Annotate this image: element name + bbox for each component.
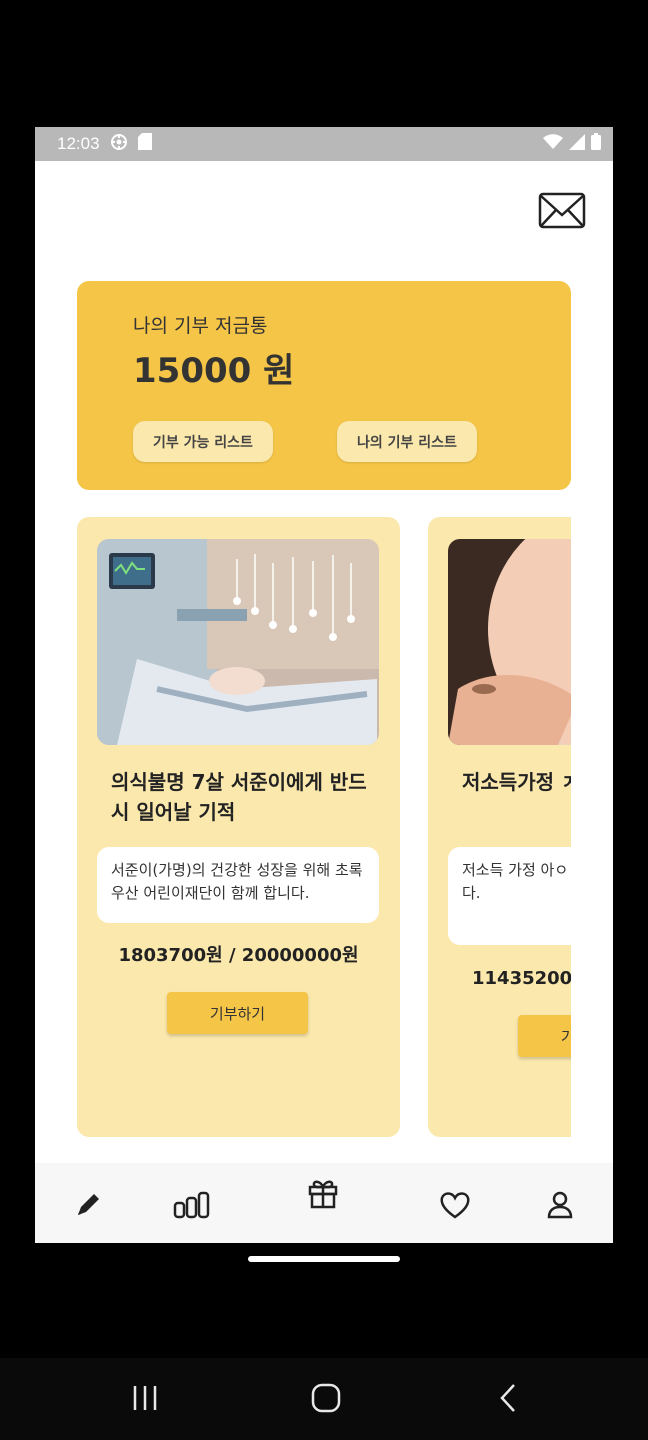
mail-icon[interactable]	[538, 191, 586, 231]
donation-piggy-bank-card: 나의 기부 저금통 15000 원 기부 가능 리스트 나의 기부 리스트	[77, 281, 571, 490]
wifi-icon	[543, 133, 563, 155]
back-icon[interactable]	[488, 1378, 528, 1418]
campaign-description: 서준이(가명)의 건강한 성장을 위해 초록우산 어린이재단이 함께 합니다.	[97, 847, 379, 923]
signal-icon	[569, 133, 585, 155]
piggy-bank-label: 나의 기부 저금통	[133, 315, 268, 337]
gift-icon[interactable]	[303, 1173, 343, 1213]
battery-icon	[591, 133, 601, 155]
campaign-progress: 11435200원	[472, 968, 571, 989]
bottom-navigation	[35, 1163, 613, 1243]
sd-card-icon	[137, 133, 152, 155]
home-indicator[interactable]	[248, 1256, 400, 1262]
app-screen: 12:03 나의 기부 저금통 15000 원 기부 가능 리스트 나의 기부 …	[35, 127, 613, 1243]
campaign-photo	[97, 539, 379, 745]
pencil-icon[interactable]	[68, 1185, 108, 1225]
heart-icon[interactable]	[435, 1185, 475, 1225]
my-donations-button[interactable]: 나의 기부 리스트	[337, 421, 477, 462]
campaign-description: 저소득 가정 아ㅇ 비용과 구강 위상 니다.	[448, 847, 571, 945]
campaign-title: 저소득가정 ㅈ 이들의 미소를	[462, 770, 571, 794]
campaign-progress: 1803700원 / 20000000원	[118, 945, 359, 966]
donate-button[interactable]: 기부하기	[518, 1015, 571, 1057]
campaign-carousel[interactable]: 의식불명 7살 서준이에게 반드시 일어날 기적 서준이(가명)의 건강한 성장…	[77, 517, 571, 1137]
status-time: 12:03	[57, 134, 100, 153]
recent-apps-icon[interactable]	[125, 1378, 165, 1418]
campaign-card[interactable]: 의식불명 7살 서준이에게 반드시 일어날 기적 서준이(가명)의 건강한 성장…	[77, 517, 400, 1137]
campaign-title: 의식불명 7살 서준이에게 반드시 일어날 기적	[111, 770, 367, 824]
piggy-bank-amount: 15000 원	[133, 351, 295, 391]
gear-icon	[110, 133, 128, 156]
system-navigation-bar	[0, 1358, 648, 1440]
user-icon[interactable]	[540, 1185, 580, 1225]
chart-icon[interactable]	[172, 1185, 212, 1225]
campaign-photo	[448, 539, 571, 745]
available-donations-button[interactable]: 기부 가능 리스트	[133, 421, 273, 462]
donate-button[interactable]: 기부하기	[167, 992, 308, 1034]
home-icon[interactable]	[306, 1378, 346, 1418]
status-bar: 12:03	[35, 127, 613, 161]
campaign-card[interactable]: 저소득가정 ㅈ 이들의 미소를 저소득 가정 아ㅇ 비용과 구강 위상 니다. …	[428, 517, 571, 1137]
